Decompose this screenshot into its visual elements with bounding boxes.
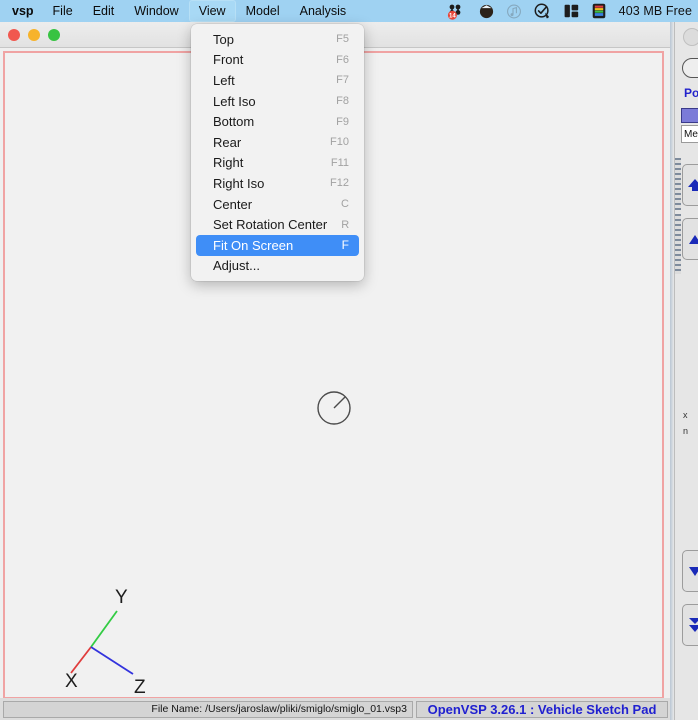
menu-option-left-label: Left	[213, 73, 327, 88]
panel-text-field[interactable]: Me	[681, 125, 698, 143]
menu-option-fit-on-screen[interactable]: Fit On Screen F	[196, 235, 359, 256]
menu-option-rear-label: Rear	[213, 135, 327, 150]
panel-round-indicator	[683, 28, 698, 46]
music-note-icon[interactable]	[507, 4, 521, 19]
menu-option-left-iso-label: Left Iso	[213, 94, 327, 109]
notification-badge-count: 14	[449, 13, 456, 19]
scroll-up-button-2[interactable]	[682, 218, 698, 260]
axis-x-label: X	[65, 671, 78, 692]
panel-fragment-bottom: n	[683, 426, 688, 436]
menu-option-set-rotation-center-label: Set Rotation Center	[213, 217, 327, 232]
axis-y-label: Y	[115, 587, 128, 608]
panel-pill-button[interactable]	[682, 58, 698, 78]
macos-menu-bar: vsp File Edit Window View Model Analysis	[0, 0, 698, 22]
panel-body: Po Me x n	[674, 22, 698, 720]
menu-option-rear-shortcut: F10	[327, 136, 349, 148]
menu-item-analysis-label: Analysis	[300, 0, 347, 22]
menu-option-center-shortcut: C	[327, 198, 349, 210]
menu-option-bottom-shortcut: F9	[327, 116, 349, 128]
menu-option-right-label: Right	[213, 155, 327, 170]
menu-item-analysis[interactable]: Analysis	[290, 0, 357, 22]
menu-option-right-iso-shortcut: F12	[327, 177, 349, 189]
memory-free-label: 403 MB Free	[619, 4, 692, 18]
menu-item-view[interactable]: View	[189, 0, 236, 22]
menu-option-fit-on-screen-label: Fit On Screen	[213, 238, 327, 253]
notification-badge-icon[interactable]: 14	[447, 3, 466, 20]
panel-tick-marks-upper	[675, 158, 681, 210]
menu-item-window[interactable]: Window	[124, 0, 188, 22]
status-bar: File Name: /Users/jaroslaw/pliki/smiglo/…	[0, 698, 670, 720]
axis-z-line	[91, 647, 133, 674]
menu-option-right[interactable]: Right F11	[196, 153, 359, 174]
menu-item-window-label: Window	[134, 0, 178, 22]
panel-fragment-top: x	[683, 410, 688, 420]
rotation-center-marker	[315, 389, 353, 427]
panel-color-swatch[interactable]	[681, 108, 698, 123]
menu-option-rear[interactable]: Rear F10	[196, 132, 359, 153]
clock-icon[interactable]	[479, 4, 494, 19]
menu-option-bottom[interactable]: Bottom F9	[196, 111, 359, 132]
axis-z-label: Z	[134, 677, 146, 698]
menu-option-fit-on-screen-shortcut: F	[327, 238, 349, 252]
panel-tick-marks-lower	[675, 214, 681, 274]
menu-option-top[interactable]: Top F5	[196, 29, 359, 50]
menu-item-model[interactable]: Model	[236, 0, 290, 22]
menu-option-adjust-label: Adjust...	[213, 258, 327, 273]
arrow-up-icon	[687, 178, 698, 192]
axis-triad: X Y Z	[49, 581, 179, 701]
menu-option-top-shortcut: F5	[327, 33, 349, 45]
scroll-down-button-2[interactable]	[682, 604, 698, 646]
menu-item-file[interactable]: File	[43, 0, 83, 22]
menu-item-model-label: Model	[246, 0, 280, 22]
menu-option-right-iso-label: Right Iso	[213, 176, 327, 191]
menu-option-set-rotation-center-shortcut: R	[327, 219, 349, 231]
menu-option-center[interactable]: Center C	[196, 194, 359, 215]
menu-option-right-iso[interactable]: Right Iso F12	[196, 173, 359, 194]
menu-option-front-label: Front	[213, 52, 327, 67]
axis-x-line	[71, 647, 91, 673]
menu-option-left-iso-shortcut: F8	[327, 95, 349, 107]
split-panel-icon[interactable]	[564, 4, 579, 18]
arrow-down-small-icon	[688, 566, 698, 577]
app-version-title: OpenVSP 3.26.1 : Vehicle Sketch Pad	[416, 701, 668, 718]
menu-item-file-label: File	[53, 0, 73, 22]
view-dropdown-menu[interactable]: Top F5 Front F6 Left F7 Left Iso F8 Bott…	[191, 24, 364, 281]
menu-option-front-shortcut: F6	[327, 54, 349, 66]
right-side-panel[interactable]: Po Me x n	[670, 22, 698, 720]
axis-y-line	[91, 611, 117, 647]
arrow-up-small-icon	[688, 234, 698, 245]
menu-item-edit[interactable]: Edit	[83, 0, 125, 22]
menu-option-center-label: Center	[213, 197, 327, 212]
panel-blue-label: Po	[684, 86, 698, 100]
menu-bar-status-items: 14	[447, 0, 698, 22]
menu-option-bottom-label: Bottom	[213, 114, 327, 129]
menu-option-top-label: Top	[213, 32, 327, 47]
file-name-field: File Name: /Users/jaroslaw/pliki/smiglo/…	[3, 701, 413, 718]
scroll-down-button-1[interactable]	[682, 550, 698, 592]
menu-app-name[interactable]: vsp	[0, 0, 43, 22]
menu-option-left-shortcut: F7	[327, 74, 349, 86]
menu-item-view-label: View	[199, 0, 226, 22]
scroll-up-button-1[interactable]	[682, 164, 698, 206]
menu-option-left[interactable]: Left F7	[196, 70, 359, 91]
menu-option-left-iso[interactable]: Left Iso F8	[196, 91, 359, 112]
check-circle-icon[interactable]	[534, 3, 551, 19]
menu-item-edit-label: Edit	[93, 0, 115, 22]
memory-meter-icon[interactable]	[592, 3, 606, 19]
menu-option-front[interactable]: Front F6	[196, 50, 359, 71]
menu-option-set-rotation-center[interactable]: Set Rotation Center R	[196, 214, 359, 235]
menu-option-adjust[interactable]: Adjust...	[196, 256, 359, 277]
arrow-double-down-icon	[687, 617, 698, 633]
menu-option-right-shortcut: F11	[327, 157, 349, 169]
